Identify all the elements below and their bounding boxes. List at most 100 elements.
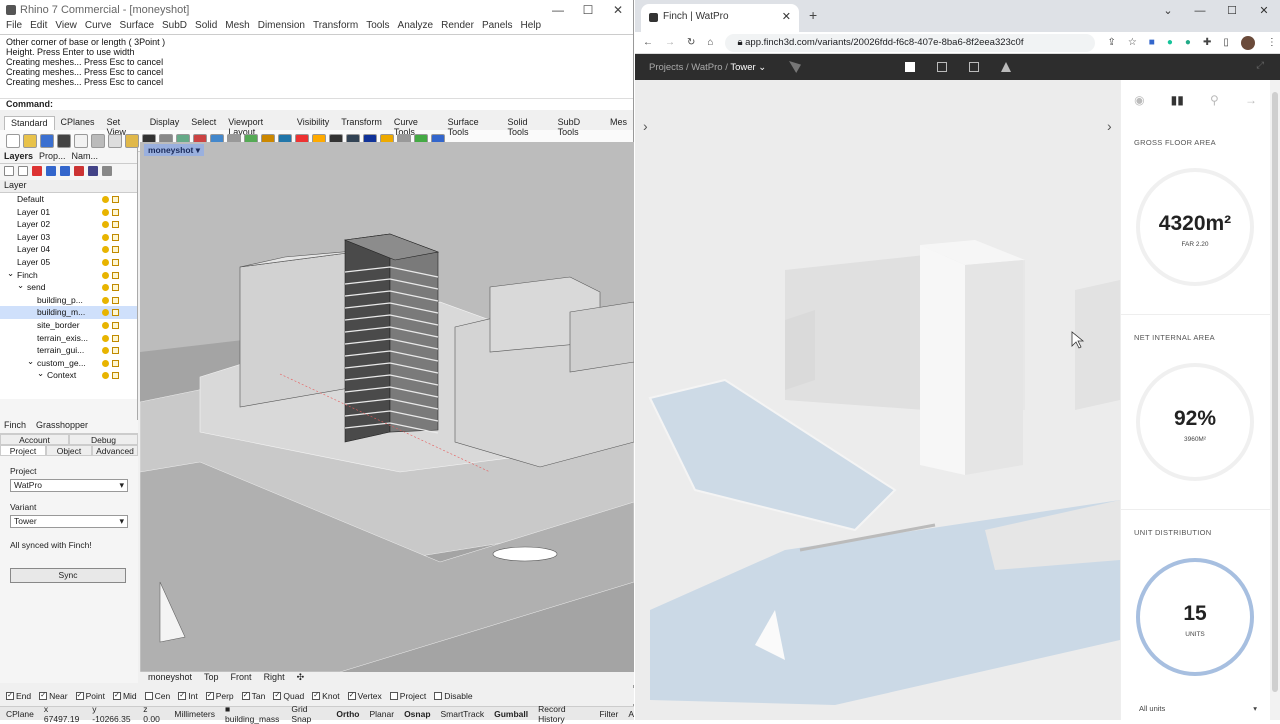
collapse-panel-icon[interactable]: › (1107, 118, 1112, 134)
lock-icon[interactable] (112, 284, 119, 292)
lightbulb-icon[interactable] (102, 196, 109, 203)
checkbox-icon[interactable]: ✓ (178, 692, 187, 700)
expand-icon[interactable]: ⤢ (1256, 60, 1264, 71)
toolbar-tool-icon[interactable] (23, 133, 37, 148)
close-tab-icon[interactable]: ✕ (782, 4, 791, 30)
lightbulb-icon[interactable] (102, 296, 109, 304)
lightbulb-icon[interactable] (102, 208, 109, 216)
checkbox-icon[interactable]: ✓ (75, 692, 84, 700)
lightbulb-icon[interactable] (102, 233, 109, 241)
command-prompt[interactable]: Command: (0, 98, 633, 110)
subtab-account[interactable]: Account (0, 434, 69, 445)
toolbar-tab[interactable]: Set View (101, 116, 144, 137)
toolbar-tool-icon[interactable] (108, 133, 122, 148)
grid-icon[interactable] (969, 62, 979, 72)
toolbar-tool-icon[interactable] (74, 133, 88, 148)
toolbar-tool-icon[interactable] (40, 133, 54, 148)
finch-logo-icon[interactable] (789, 61, 801, 73)
toolbar-tool-icon[interactable] (57, 133, 71, 148)
lightbulb-icon[interactable] (102, 246, 109, 254)
new-sublayer-icon[interactable] (18, 166, 28, 176)
browser-tab[interactable]: Finch | WatPro ✕ (641, 4, 799, 32)
panel-tab-2[interactable]: Nam... (72, 151, 99, 161)
checkbox-icon[interactable]: ✓ (205, 692, 214, 700)
checkbox-icon[interactable]: ✓ (312, 692, 321, 700)
checkbox-icon[interactable]: ✓ (241, 692, 250, 700)
finch-tab-grasshopper[interactable]: Grasshopper (36, 420, 88, 433)
close-button[interactable]: ✕ (603, 3, 633, 17)
toolbar-tab[interactable]: Solid Tools (501, 116, 551, 137)
chart-icon[interactable]: ▮▮ (1171, 93, 1184, 107)
maximize-button[interactable]: ☐ (1216, 0, 1248, 22)
desktop-view-icon[interactable] (905, 62, 915, 72)
expand-toggle-icon[interactable]: ⌄ (7, 267, 14, 280)
expand-left-icon[interactable]: › (643, 118, 648, 134)
toolbar-tab[interactable]: Mes (604, 116, 633, 130)
toolbar-tab[interactable]: Surface Tools (442, 116, 502, 137)
breadcrumb-projects[interactable]: Projects (649, 62, 683, 73)
lightbulb-icon[interactable] (102, 347, 109, 355)
viewport-title[interactable]: moneyshot ▾ (144, 144, 204, 156)
layer-row[interactable]: terrain_gui... (0, 344, 137, 357)
layer-row[interactable]: Layer 04 (0, 243, 137, 256)
perspective-viewport[interactable]: moneyshot ▾ (140, 142, 634, 672)
more-menu-icon[interactable]: ⋮ (1267, 37, 1277, 48)
subtab-debug[interactable]: Debug (69, 434, 138, 445)
lightbulb-icon[interactable] (102, 309, 109, 317)
lightbulb-icon[interactable] (102, 372, 109, 380)
toolbar-tab[interactable]: Transform (335, 116, 388, 130)
toolbar-tab[interactable]: Viewport Layout (222, 116, 291, 137)
bookmark-star-icon[interactable]: ☆ (1128, 37, 1137, 48)
breadcrumb-variant[interactable]: Tower (730, 62, 755, 73)
toolbar-tab[interactable]: Select (185, 116, 222, 130)
lock-icon[interactable] (112, 296, 119, 304)
toolbar-tab[interactable]: CPlanes (55, 116, 101, 130)
lock-icon[interactable] (112, 258, 119, 266)
lock-icon[interactable] (112, 246, 119, 254)
status-toggle[interactable]: Filter (599, 709, 618, 719)
lock-icon[interactable] (112, 359, 119, 367)
lightbulb-icon[interactable] (102, 271, 109, 279)
share-icon[interactable]: ⇪ (1107, 37, 1115, 48)
layer-row[interactable]: ⌄ custom_ge... (0, 355, 137, 370)
osnap-vertex[interactable]: ✓ Vertex (347, 691, 382, 701)
grammarly-icon[interactable]: ● (1167, 37, 1173, 48)
scrollbar-thumb[interactable] (1272, 92, 1278, 692)
scrollbar[interactable] (1270, 80, 1280, 720)
toolbar-tool-icon[interactable] (91, 133, 105, 148)
arrow-right-icon[interactable]: → (1245, 93, 1257, 107)
new-tab-button[interactable]: + (809, 7, 817, 23)
move-down-icon[interactable] (60, 166, 70, 176)
status-toggle[interactable]: Gumball (494, 709, 528, 719)
breadcrumb-project[interactable]: WatPro (691, 62, 722, 73)
menu-item-analyze[interactable]: Analyze (394, 20, 438, 34)
extension-icon[interactable]: ● (1185, 37, 1191, 48)
menu-item-view[interactable]: View (51, 20, 81, 34)
add-viewport-icon[interactable]: ✣ (297, 672, 305, 685)
finch-3d-scene[interactable]: › › (635, 80, 1120, 720)
chevron-down-icon[interactable]: ⌄ (1152, 0, 1184, 22)
warning-icon[interactable] (1001, 62, 1011, 72)
status-toggle[interactable]: A (628, 709, 634, 719)
puzzle-icon[interactable]: ✚ (1203, 37, 1211, 48)
lock-icon[interactable] (112, 347, 119, 355)
menu-item-panels[interactable]: Panels (478, 20, 517, 34)
layer-row[interactable]: building_m... (0, 306, 137, 319)
sync-button[interactable]: Sync (10, 568, 126, 583)
panel-tab-1[interactable]: Prop... (39, 151, 66, 161)
viewport-tab[interactable]: Top (204, 672, 219, 685)
menu-item-dimension[interactable]: Dimension (254, 20, 309, 34)
finch-tab-finch[interactable]: Finch (4, 420, 26, 433)
checkbox-icon[interactable]: ✓ (347, 692, 356, 700)
expand-toggle-icon[interactable]: ⌄ (27, 355, 34, 368)
checkbox-icon[interactable]: ✓ (112, 692, 121, 700)
toolbar-tab[interactable]: Curve Tools (388, 116, 442, 137)
lightbulb-icon[interactable] (102, 258, 109, 266)
chevron-down-icon[interactable]: ⌄ (756, 62, 766, 73)
osnap-int[interactable]: ✓ Int (178, 691, 198, 701)
subtab-advanced[interactable]: Advanced (92, 445, 138, 456)
expand-toggle-icon[interactable]: ⌄ (37, 367, 44, 380)
minimize-button[interactable]: — (543, 3, 573, 17)
menu-item-subd[interactable]: SubD (158, 20, 191, 34)
lock-icon[interactable] (112, 334, 119, 342)
